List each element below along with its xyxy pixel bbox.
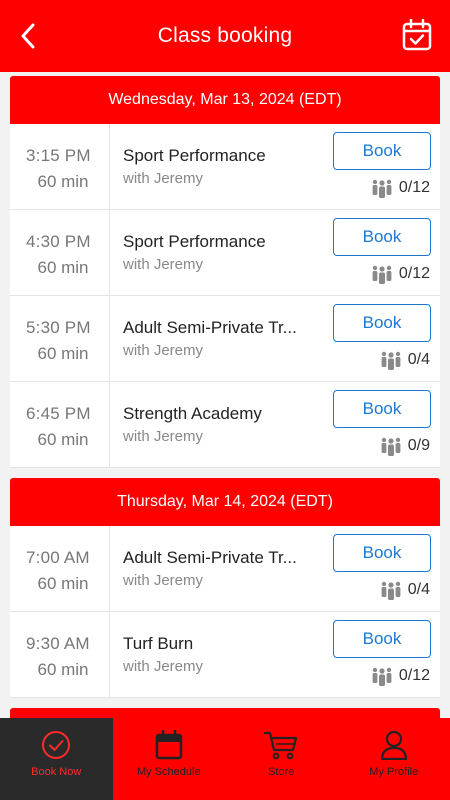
instructor: with Jeremy <box>123 658 204 675</box>
class-row: 6:45 PM 60 min Strength Academy with Jer… <box>10 382 440 468</box>
page-title: Class booking <box>157 24 293 47</box>
book-button[interactable]: Book <box>333 132 431 170</box>
tab-book-now[interactable]: Book Now <box>0 718 113 800</box>
capacity-count: 0/12 <box>398 179 430 196</box>
cart-icon <box>264 731 298 760</box>
time-column: 3:15 PM 60 min <box>10 124 110 210</box>
class-list[interactable]: Wednesday, Mar 13, 2024 (EDT) 3:15 PM 60… <box>0 72 450 718</box>
tab-label: Book Now <box>31 766 82 778</box>
time-column: 7:00 AM 60 min <box>10 526 110 612</box>
group-icon <box>381 351 401 370</box>
class-time: 3:15 PM <box>26 146 91 165</box>
class-duration: 60 min <box>37 172 89 191</box>
book-button[interactable]: Book <box>333 304 431 342</box>
class-name: Strength Academy <box>123 404 262 423</box>
capacity-count: 0/12 <box>398 265 430 282</box>
book-button[interactable]: Book <box>333 218 431 256</box>
class-name: Sport Performance <box>123 232 266 251</box>
calendar-icon <box>155 730 182 760</box>
group-icon <box>381 581 401 600</box>
bottom-tab-bar: Book Now My Schedule Store My Profile <box>0 718 450 800</box>
book-button[interactable]: Book <box>333 620 431 658</box>
capacity: 0/4 <box>380 580 430 600</box>
class-name: Adult Semi-Private Tr... <box>123 548 297 567</box>
app-header: Class booking <box>0 0 450 72</box>
class-row: 4:30 PM 60 min Sport Performance with Je… <box>10 210 440 296</box>
class-duration: 60 min <box>37 574 89 593</box>
calendar-button[interactable] <box>402 18 432 51</box>
class-time: 5:30 PM <box>26 318 91 337</box>
class-time: 7:00 AM <box>26 548 90 567</box>
group-icon <box>372 667 392 686</box>
class-duration: 60 min <box>37 660 89 679</box>
time-column: 5:30 PM 60 min <box>10 296 110 382</box>
instructor: with Jeremy <box>123 572 204 589</box>
tab-label: My Schedule <box>136 766 201 778</box>
group-icon <box>372 265 392 284</box>
capacity: 0/4 <box>380 350 430 370</box>
capacity-count: 0/9 <box>407 437 430 454</box>
calendar-check-icon <box>402 18 432 51</box>
back-button[interactable] <box>14 22 42 50</box>
tab-label: My Profile <box>369 766 419 778</box>
class-time: 9:30 AM <box>26 634 90 653</box>
tab-my-schedule[interactable]: My Schedule <box>113 718 226 800</box>
check-circle-icon <box>42 731 71 759</box>
capacity: 0/12 <box>371 178 430 198</box>
time-column: 6:45 PM 60 min <box>10 382 110 468</box>
class-duration: 60 min <box>37 344 89 363</box>
date-header: Thursday, Mar 14, 2024 (EDT) <box>10 478 440 526</box>
instructor: with Jeremy <box>123 256 204 273</box>
time-column: 4:30 PM 60 min <box>10 210 110 296</box>
date-header-partial <box>10 708 440 718</box>
class-row: 5:30 PM 60 min Adult Semi-Private Tr... … <box>10 296 440 382</box>
class-time: 4:30 PM <box>26 232 91 251</box>
class-row: 3:15 PM 60 min Sport Performance with Je… <box>10 124 440 210</box>
tab-my-profile[interactable]: My Profile <box>338 718 450 800</box>
capacity: 0/12 <box>371 264 430 284</box>
user-icon <box>380 730 407 760</box>
capacity-count: 0/12 <box>398 667 430 684</box>
chevron-left-icon <box>21 23 35 49</box>
class-name: Sport Performance <box>123 146 266 165</box>
capacity: 0/9 <box>380 436 430 456</box>
class-duration: 60 min <box>37 258 89 277</box>
capacity: 0/12 <box>371 666 430 686</box>
group-icon <box>372 179 392 198</box>
class-row: 7:00 AM 60 min Adult Semi-Private Tr... … <box>10 526 440 612</box>
date-header: Wednesday, Mar 13, 2024 (EDT) <box>10 76 440 124</box>
group-icon <box>381 437 401 456</box>
instructor: with Jeremy <box>123 428 204 445</box>
book-button[interactable]: Book <box>333 390 431 428</box>
capacity-count: 0/4 <box>407 581 430 598</box>
book-button[interactable]: Book <box>333 534 431 572</box>
tab-label: Store <box>268 766 295 778</box>
class-name: Turf Burn <box>123 634 194 653</box>
class-row: 9:30 AM 60 min Turf Burn with Jeremy Boo… <box>10 612 440 698</box>
instructor: with Jeremy <box>123 170 204 187</box>
tab-store[interactable]: Store <box>225 718 338 800</box>
capacity-count: 0/4 <box>407 351 430 368</box>
class-name: Adult Semi-Private Tr... <box>123 318 297 337</box>
class-time: 6:45 PM <box>26 404 91 423</box>
instructor: with Jeremy <box>123 342 204 359</box>
class-duration: 60 min <box>37 430 89 449</box>
time-column: 9:30 AM 60 min <box>10 612 110 698</box>
